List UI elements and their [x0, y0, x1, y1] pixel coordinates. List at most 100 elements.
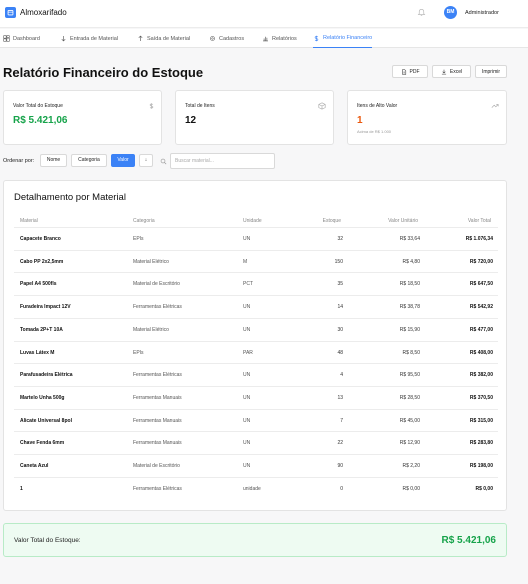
bell-icon[interactable] — [417, 8, 426, 17]
table-title: Detalhamento por Material — [14, 192, 126, 203]
cell-categoria: Ferramentas Elétricas — [133, 485, 182, 492]
cell-estoque: 0 — [340, 485, 343, 492]
cell-material: Alicate Universal 8pol — [20, 417, 72, 424]
nav-dashboard[interactable]: Dashboard — [3, 29, 40, 48]
table-row: 1 Ferramentas Elétricas unidade 0 R$ 0,00 R$ … — [14, 476, 498, 500]
cell-categoria: Material Elétrico — [133, 258, 169, 265]
cell-unidade: UN — [243, 236, 251, 242]
table-row: Caneta Azul Material de Escritório UN 90 R$ … — [14, 454, 498, 477]
cell-material: Parafusadeira Elétrica — [20, 372, 73, 379]
card-label: Itens de Alto Valor — [357, 103, 398, 109]
cell-valor-unitario: R$ 12,90 — [399, 440, 420, 447]
top-bar: Almoxarifado BM Administrador — [0, 0, 528, 28]
cell-valor-total: R$ 408,00 — [469, 349, 493, 356]
nav-label: Relatório Financeiro — [323, 35, 373, 41]
user-name[interactable]: Administrador — [465, 10, 499, 16]
sort-valor-button[interactable]: Valor — [111, 154, 135, 167]
bar-chart-icon — [263, 36, 268, 42]
cell-unidade: UN — [243, 372, 251, 379]
cell-categoria: Ferramentas Elétricas — [133, 304, 182, 311]
export-pdf-button[interactable]: PDF — [392, 65, 428, 78]
main-nav: Dashboard Entrada de Material Saída de M… — [0, 29, 528, 48]
cell-valor-total: R$ 382,00 — [469, 372, 493, 379]
cell-categoria: Material de Escritório — [133, 281, 180, 288]
cell-valor-unitario: R$ 18,50 — [399, 281, 420, 288]
cell-unidade: PAR — [243, 349, 253, 356]
card-value: 1 — [357, 115, 363, 126]
cell-estoque: 90 — [337, 463, 343, 469]
nav-label: Entrada de Material — [70, 35, 118, 42]
col-header-estoque: Estoque — [322, 218, 341, 224]
sort-label: Ordenar por: — [3, 158, 35, 164]
cell-estoque: 48 — [337, 349, 343, 356]
download-icon — [441, 69, 446, 74]
page-title: Relatório Financeiro do Estoque — [3, 65, 204, 80]
app-logo[interactable] — [5, 7, 16, 18]
cell-unidade: UN — [243, 463, 251, 469]
sort-direction-button[interactable]: ↓ — [139, 154, 153, 167]
cell-valor-total: R$ 283,80 — [469, 440, 493, 447]
export-excel-button[interactable]: Excel — [432, 65, 471, 78]
nav-entrada-material[interactable]: Entrada de Material — [60, 29, 118, 48]
nav-label: Relatórios — [272, 35, 297, 42]
total-value: R$ 5.421,06 — [441, 535, 497, 546]
dollar-icon — [149, 103, 154, 109]
cell-categoria: Material de Escritório — [133, 463, 180, 469]
dashboard-icon — [3, 35, 10, 42]
cell-unidade: UN — [243, 394, 251, 401]
card-value: R$ 5.421,06 — [13, 115, 68, 126]
table-row: Furadeira Impact 12V Ferramentas Elétrica… — [14, 295, 498, 318]
cell-categoria: EPIs — [133, 236, 144, 242]
nav-relatorios[interactable]: Relatórios — [262, 29, 297, 48]
nav-relatorio-financeiro[interactable]: Relatório Financeiro — [313, 29, 373, 48]
card-total-value: Valor Total do Estoque R$ 5.421,06 — [3, 90, 162, 145]
search-input[interactable] — [170, 153, 275, 169]
cell-categoria: Ferramentas Elétricas — [133, 372, 182, 379]
cell-valor-unitario: R$ 8,50 — [402, 349, 420, 356]
cell-estoque: 35 — [337, 281, 343, 288]
user-avatar[interactable]: BM — [444, 6, 457, 19]
nav-label: Saída de Material — [147, 35, 191, 42]
nav-cadastros[interactable]: Cadastros — [209, 29, 244, 48]
cell-estoque: 7 — [340, 417, 343, 424]
export-pdf-label: PDF — [409, 68, 420, 75]
card-total-items: Total de Itens 12 — [175, 90, 334, 145]
cell-unidade: M — [243, 258, 248, 265]
cell-valor-unitario: R$ 45,00 — [399, 417, 420, 424]
cell-valor-total: R$ 1.076,34 — [465, 236, 493, 242]
nav-saida-material[interactable]: Saída de Material — [137, 29, 190, 48]
cell-estoque: 14 — [337, 304, 343, 311]
cell-material: Tomada 2P+T 10A — [20, 326, 63, 333]
cell-material: Martelo Unha 500g — [20, 394, 65, 401]
cell-categoria: Ferramentas Manuais — [133, 417, 182, 424]
card-label: Valor Total do Estoque — [13, 103, 63, 109]
col-header-valor-total: Valor Total — [467, 218, 491, 224]
cell-unidade: UN — [243, 440, 251, 447]
export-excel-label: Excel — [449, 68, 463, 75]
sort-nome-button[interactable]: Nome — [40, 154, 67, 167]
cell-valor-total: R$ 720,00 — [469, 258, 493, 265]
col-header-valor-unitario: Valor Unitário — [388, 218, 418, 224]
cell-categoria: Ferramentas Manuais — [133, 394, 182, 401]
cell-estoque: 13 — [337, 394, 343, 401]
nav-label: Cadastros — [219, 35, 245, 42]
cell-material: Papel A4 500fls — [20, 281, 57, 288]
cell-unidade: unidade — [243, 485, 261, 492]
cell-valor-total: R$ 198,00 — [469, 463, 493, 469]
trend-up-icon — [491, 104, 499, 108]
table-row: Tomada 2P+T 10A Material Elétrico UN 30 R$ 1… — [14, 317, 498, 341]
sort-categoria-button[interactable]: Categoria — [71, 154, 107, 167]
table-row: Cabo PP 2x2,5mm Material Elétrico M 150 R$ 4… — [14, 249, 498, 273]
dollar-icon — [314, 35, 319, 41]
cell-valor-total: R$ 542,92 — [469, 304, 493, 311]
print-button[interactable]: Imprimir — [475, 65, 507, 78]
table-row: Luvas Látex M EPIs PAR 48 R$ 8,50 R$ 408,00 — [14, 340, 498, 364]
cell-material: Furadeira Impact 12V — [20, 304, 71, 311]
cell-categoria: Material Elétrico — [133, 326, 169, 333]
cell-valor-total: R$ 647,50 — [469, 281, 493, 288]
cell-unidade: UN — [243, 326, 251, 333]
card-label: Total de Itens — [185, 103, 215, 109]
cell-estoque: 150 — [334, 258, 343, 265]
file-icon — [401, 68, 406, 75]
cell-material: Capacete Branco — [20, 236, 61, 242]
